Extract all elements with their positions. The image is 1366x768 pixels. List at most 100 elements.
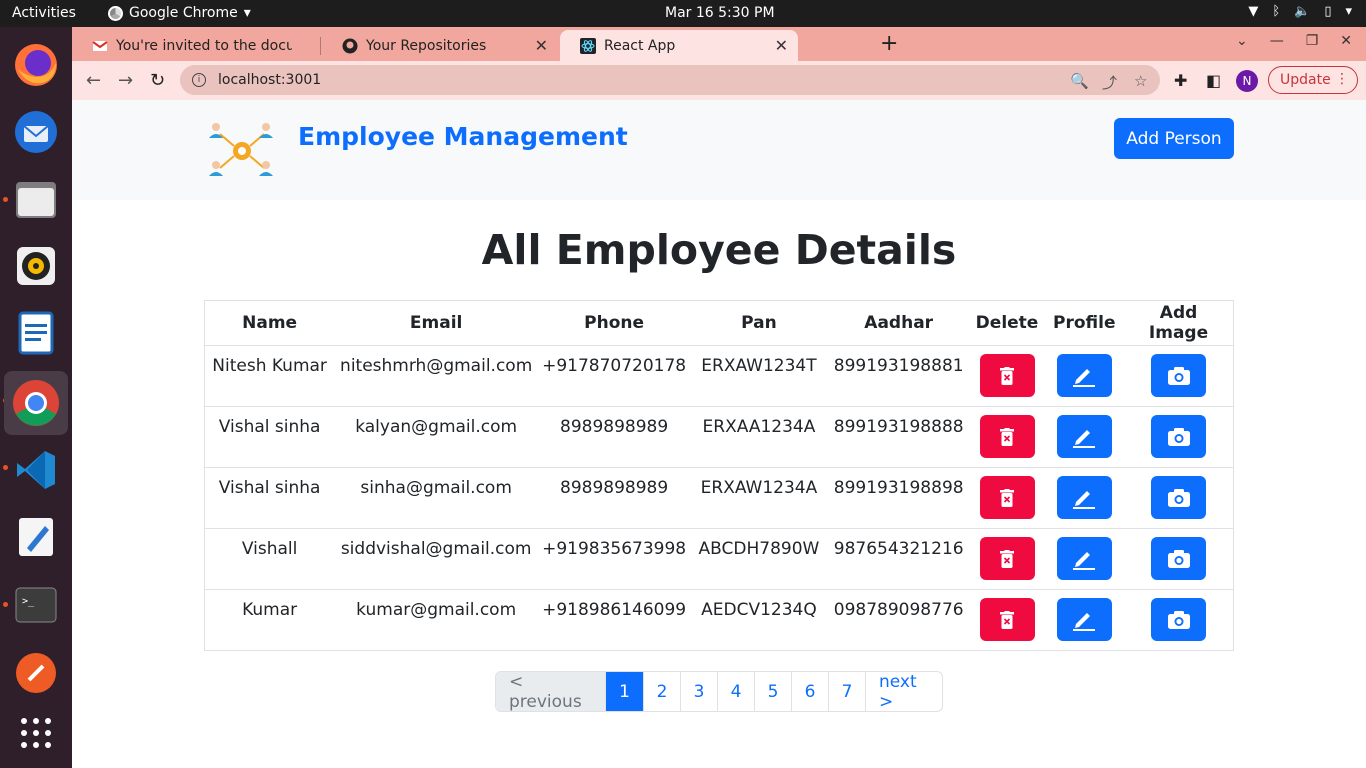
delete-button[interactable] (979, 354, 1035, 397)
dock-rhythmbox[interactable] (4, 234, 68, 298)
employee-aadhar: 098789098776 (827, 589, 970, 651)
page-title: All Employee Details (481, 226, 957, 274)
camera-icon (1167, 488, 1190, 507)
dock-vscode[interactable] (4, 438, 68, 502)
forward-button[interactable]: → (118, 70, 133, 91)
chrome-icon (108, 5, 123, 21)
edit-profile-button[interactable] (1056, 354, 1112, 397)
page-button-3[interactable]: 3 (680, 672, 717, 711)
add-person-button[interactable]: Add Person (1114, 118, 1234, 159)
minimize-button[interactable]: — (1270, 33, 1284, 49)
dock-postman[interactable] (4, 641, 68, 705)
dock-text-editor[interactable] (4, 505, 68, 569)
clock[interactable]: Mar 16 5:30 PM (665, 5, 775, 21)
chevron-down-icon: ▾ (1345, 4, 1352, 19)
maximize-button[interactable]: ❐ (1306, 33, 1319, 49)
postman-icon (16, 653, 56, 693)
tab-github[interactable]: Your Repositories ✕ (322, 30, 558, 61)
profile-avatar[interactable]: N (1236, 70, 1258, 92)
new-tab-button[interactable]: + (880, 31, 898, 56)
add-image-cell (1124, 406, 1234, 468)
web-page: Employee Management Add Person All Emplo… (72, 100, 1366, 768)
svg-text:>_: >_ (22, 596, 35, 607)
reload-button[interactable]: ↻ (150, 70, 165, 91)
add-image-button[interactable] (1151, 415, 1207, 458)
tab-gmail[interactable]: You're invited to the docu (72, 30, 318, 61)
window-controls: ⌄ — ❐ ✕ (1236, 33, 1352, 49)
chrome-icon (13, 380, 59, 426)
side-panel-icon[interactable]: ◧ (1206, 71, 1221, 90)
previous-page-button[interactable]: < previous (496, 672, 605, 711)
share-icon[interactable]: ⤴ (1102, 72, 1117, 93)
profile-cell (1044, 467, 1125, 529)
dock-terminal[interactable]: >_ (4, 573, 68, 637)
edit-profile-button[interactable] (1056, 415, 1112, 458)
extensions-icon[interactable]: ✚ (1174, 71, 1187, 90)
close-icon[interactable]: ✕ (775, 36, 788, 55)
back-button[interactable]: ← (86, 70, 101, 91)
activities-button[interactable]: Activities (12, 5, 76, 21)
delete-button[interactable] (979, 415, 1035, 458)
dock-firefox[interactable] (4, 33, 68, 97)
dock-files[interactable] (4, 167, 68, 231)
column-header-profile: Profile (1044, 300, 1125, 346)
edit-profile-button[interactable] (1056, 598, 1112, 641)
table-row: Nitesh Kumar niteshmrh@gmail.com +917870… (204, 345, 1234, 407)
dock-chrome[interactable] (4, 371, 68, 435)
employee-email: niteshmrh@gmail.com (334, 345, 539, 407)
trash-icon (1000, 610, 1014, 629)
close-icon[interactable]: ✕ (535, 36, 548, 55)
address-bar[interactable]: i localhost:3001 🔍 ⤴ ☆ (180, 65, 1160, 95)
employee-aadhar: 987654321216 (827, 528, 970, 590)
app-navbar: Employee Management Add Person (72, 100, 1366, 200)
page-button-7[interactable]: 7 (828, 672, 865, 711)
info-icon[interactable]: i (192, 73, 206, 87)
delete-cell (969, 467, 1045, 529)
wifi-icon: ▼ (1248, 4, 1259, 19)
profile-cell (1044, 406, 1125, 468)
employee-phone: +917870720178 (538, 345, 691, 407)
add-image-button[interactable] (1151, 354, 1207, 397)
edit-profile-button[interactable] (1056, 476, 1112, 519)
volume-icon: 🔈 (1294, 4, 1311, 19)
delete-button[interactable] (979, 476, 1035, 519)
employee-phone: +919835673998 (538, 528, 691, 590)
page-button-6[interactable]: 6 (791, 672, 828, 711)
show-applications[interactable] (4, 701, 68, 765)
add-image-button[interactable] (1151, 537, 1207, 580)
tab-react-app[interactable]: React App ✕ (560, 30, 798, 61)
dock-writer[interactable] (4, 301, 68, 365)
employee-pan: AEDCV1234Q (690, 589, 828, 651)
column-header-email: Email (334, 300, 539, 346)
next-page-button[interactable]: next > (865, 672, 942, 711)
github-icon (342, 38, 358, 53)
close-window-button[interactable]: ✕ (1340, 33, 1352, 49)
system-top-bar: Activities Google Chrome ▾ Mar 16 5:30 P… (0, 0, 1366, 27)
add-image-button[interactable] (1151, 598, 1207, 641)
page-button-1[interactable]: 1 (605, 672, 643, 711)
table-row: Kumar kumar@gmail.com +918986146099 AEDC… (204, 589, 1234, 651)
employee-aadhar: 899193198888 (827, 406, 970, 468)
bookmark-star-icon[interactable]: ☆ (1134, 72, 1147, 90)
employee-network-icon[interactable] (206, 120, 278, 182)
update-button[interactable]: Update ⋮ (1268, 66, 1358, 94)
speaker-icon (17, 247, 55, 285)
page-button-5[interactable]: 5 (754, 672, 791, 711)
employee-name: Vishal sinha (204, 467, 335, 529)
dock-thunderbird[interactable] (4, 100, 68, 164)
delete-button[interactable] (979, 537, 1035, 580)
zoom-icon[interactable]: 🔍 (1070, 72, 1089, 90)
system-tray[interactable]: ▼ ᛒ 🔈 ▯ ▾ (1248, 4, 1352, 19)
delete-button[interactable] (979, 598, 1035, 641)
table-header-row: Name Email Phone Pan Aadhar Delete Profi… (204, 300, 1234, 346)
brand-title[interactable]: Employee Management (298, 122, 628, 151)
page-button-4[interactable]: 4 (717, 672, 754, 711)
app-menu[interactable]: Google Chrome ▾ (108, 5, 251, 21)
trash-icon (1000, 366, 1014, 385)
add-image-button[interactable] (1151, 476, 1207, 519)
page-button-2[interactable]: 2 (643, 672, 680, 711)
delete-cell (969, 528, 1045, 590)
pagination: < previous 1 2 3 4 5 6 7 next > (495, 671, 943, 712)
tab-search-icon[interactable]: ⌄ (1236, 33, 1248, 49)
edit-profile-button[interactable] (1056, 537, 1112, 580)
